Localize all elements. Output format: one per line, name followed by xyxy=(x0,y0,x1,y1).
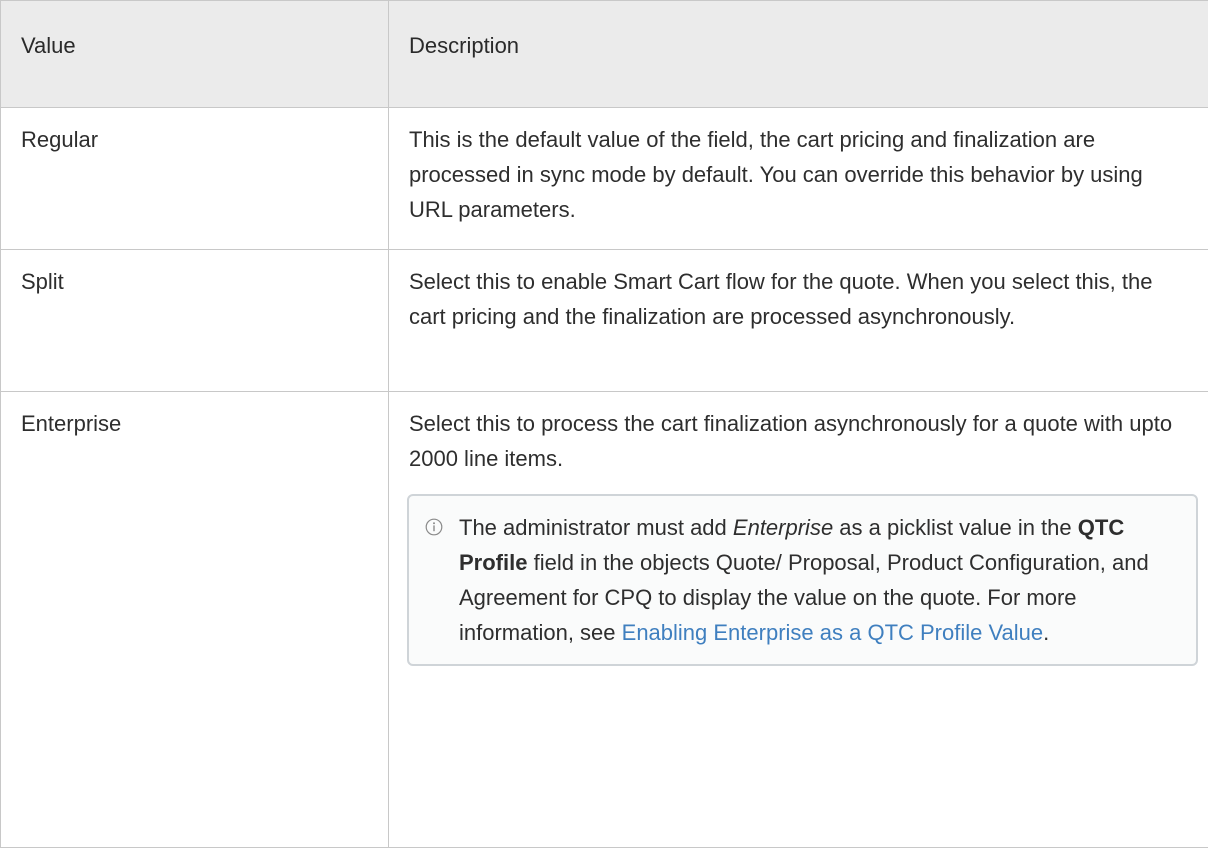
header-value-label: Value xyxy=(21,33,76,58)
note-text-part: as a picklist value in the xyxy=(833,515,1078,541)
table-row: Split Select this to enable Smart Cart f… xyxy=(0,249,1208,393)
note-text-part: . xyxy=(1043,620,1050,646)
qtc-profile-values-table: Value Description Regular This is the de… xyxy=(0,0,1208,848)
cell-description: Select this to process the cart finaliza… xyxy=(388,391,1208,848)
value-text: Regular xyxy=(21,127,99,153)
note-italic-term: Enterprise xyxy=(732,515,834,541)
value-text: Enterprise xyxy=(21,411,122,437)
info-note-panel: The administrator must add Enterprise as… xyxy=(407,494,1198,667)
cell-value: Enterprise xyxy=(0,391,389,848)
header-value: Value xyxy=(0,0,389,109)
value-text: Split xyxy=(21,269,64,295)
table-header-row: Value Description xyxy=(0,0,1208,109)
description-text: This is the default value of the field, … xyxy=(409,127,1143,223)
note-text: The administrator must add Enterprise as… xyxy=(459,515,1149,645)
info-icon xyxy=(425,518,443,536)
cell-description: Select this to enable Smart Cart flow fo… xyxy=(388,249,1208,393)
table-row: Enterprise Select this to process the ca… xyxy=(0,391,1208,848)
header-description: Description xyxy=(388,0,1208,109)
cell-value: Split xyxy=(0,249,389,393)
cell-description: This is the default value of the field, … xyxy=(388,107,1208,251)
header-description-label: Description xyxy=(409,33,520,58)
cell-value: Regular xyxy=(0,107,389,251)
note-text-part: The administrator must add xyxy=(459,515,733,541)
table-row: Regular This is the default value of the… xyxy=(0,107,1208,251)
description-text: Select this to enable Smart Cart flow fo… xyxy=(409,269,1153,330)
enabling-enterprise-link[interactable]: Enabling Enterprise as a QTC Profile Val… xyxy=(622,620,1043,645)
description-text: Select this to process the cart finaliza… xyxy=(409,411,1173,472)
